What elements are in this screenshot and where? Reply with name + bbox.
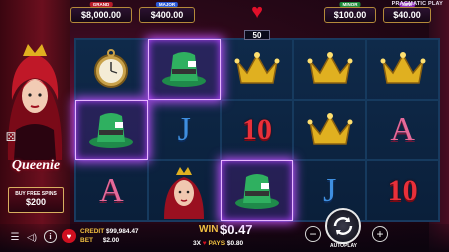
autoplay-button[interactable]: AUTOPLAY — [330, 243, 357, 249]
symbol-j: J — [323, 171, 337, 209]
bet-label: BET — [80, 237, 93, 244]
symbol-a: A — [99, 171, 124, 209]
cell-r1-c1: J — [147, 99, 221, 161]
crown-icon — [307, 112, 353, 145]
jackpot-major-tag: MAJOR — [155, 2, 179, 7]
credit-value: $99,984.47 — [106, 228, 139, 235]
pocket-watch-icon — [94, 49, 129, 89]
symbol-10: 10 — [387, 173, 418, 207]
cell-r2-c2 — [220, 160, 294, 221]
cell-r1-c2: 10 — [220, 99, 294, 161]
win-value: $0.47 — [220, 222, 253, 237]
heart-icon: ♥ — [202, 240, 207, 247]
cell-r2-c0: A — [75, 160, 148, 221]
increase-bet-button[interactable]: + — [372, 226, 388, 242]
bet-value: $2.00 — [102, 237, 120, 244]
crown-icon — [380, 52, 426, 85]
reel-grid: J 10 A A J 10 — [74, 38, 440, 222]
pays-line: 3X ♥ PAYS $0.80 — [193, 240, 243, 247]
spin-button[interactable] — [325, 208, 361, 244]
heart-token-icon: ♥ — [62, 229, 76, 243]
cell-r1-c3 — [293, 99, 367, 161]
cell-r2-c1 — [147, 160, 221, 221]
jackpot-grand-value: $8,000.00 — [80, 10, 122, 20]
red-queen-portrait-icon — [164, 166, 205, 219]
mad-hatter-hat-icon — [162, 52, 207, 88]
balance-panel: CREDIT $99,984.47 BET $2.00 — [80, 227, 139, 245]
jackpot-mini-value: $40.00 — [393, 10, 421, 20]
buy-free-spins-button[interactable]: BUY FREE SPINS $200 — [8, 187, 64, 213]
menu-icon[interactable]: ☰ — [8, 230, 22, 244]
symbol-j: J — [177, 110, 191, 148]
symbol-a: A — [390, 110, 415, 148]
game-screen: GRAND $8,000.00 MAJOR $400.00 MINOR $100… — [0, 0, 449, 252]
jackpot-mini: MINI $40.00 — [383, 2, 431, 23]
spin-arrows-icon — [333, 217, 353, 235]
cell-r0-c3 — [293, 39, 367, 100]
mad-hatter-hat-icon — [89, 112, 134, 148]
multiplier-badge: 50 — [244, 30, 270, 40]
brand-logo: PRAGMATIC PLAY — [391, 1, 443, 7]
jackpot-minor-value: $100.00 — [333, 10, 367, 20]
cell-r0-c0 — [75, 39, 148, 100]
pays-value: $0.80 — [226, 240, 244, 247]
pays-multiplier: 3X — [193, 240, 201, 247]
buy-free-spins-price: $200 — [25, 197, 47, 207]
jackpot-major-value: $400.00 — [150, 10, 184, 20]
jackpot-grand-tag: GRAND — [89, 2, 113, 7]
jackpot-grand: GRAND $8,000.00 — [70, 2, 132, 23]
dice-icon[interactable]: ⚄ — [4, 130, 18, 144]
cell-r0-c4 — [366, 39, 439, 100]
decrease-bet-button[interactable]: − — [305, 226, 321, 242]
sound-icon[interactable]: ◁) — [25, 230, 39, 244]
jackpot-minor-tag: MINOR — [339, 2, 361, 7]
cell-r0-c1 — [147, 39, 221, 100]
cell-r0-c2 — [220, 39, 294, 100]
heart-icon: ♥ — [251, 1, 263, 23]
cell-r1-c0 — [75, 99, 148, 161]
cell-r1-c4: A — [366, 99, 439, 161]
info-icon[interactable]: i — [44, 230, 57, 243]
crown-icon — [307, 52, 353, 85]
mad-hatter-hat-icon — [234, 173, 279, 209]
win-label: WIN — [199, 224, 219, 235]
symbol-10: 10 — [241, 112, 272, 146]
cell-r2-c4: 10 — [366, 160, 439, 221]
crown-icon — [234, 52, 280, 85]
character-name: Queenie — [11, 158, 61, 173]
credit-label: CREDIT — [80, 228, 105, 235]
pays-label: PAYS — [208, 240, 226, 247]
jackpot-minor: MINOR $100.00 — [324, 2, 376, 23]
jackpot-major: MAJOR $400.00 — [139, 2, 195, 23]
